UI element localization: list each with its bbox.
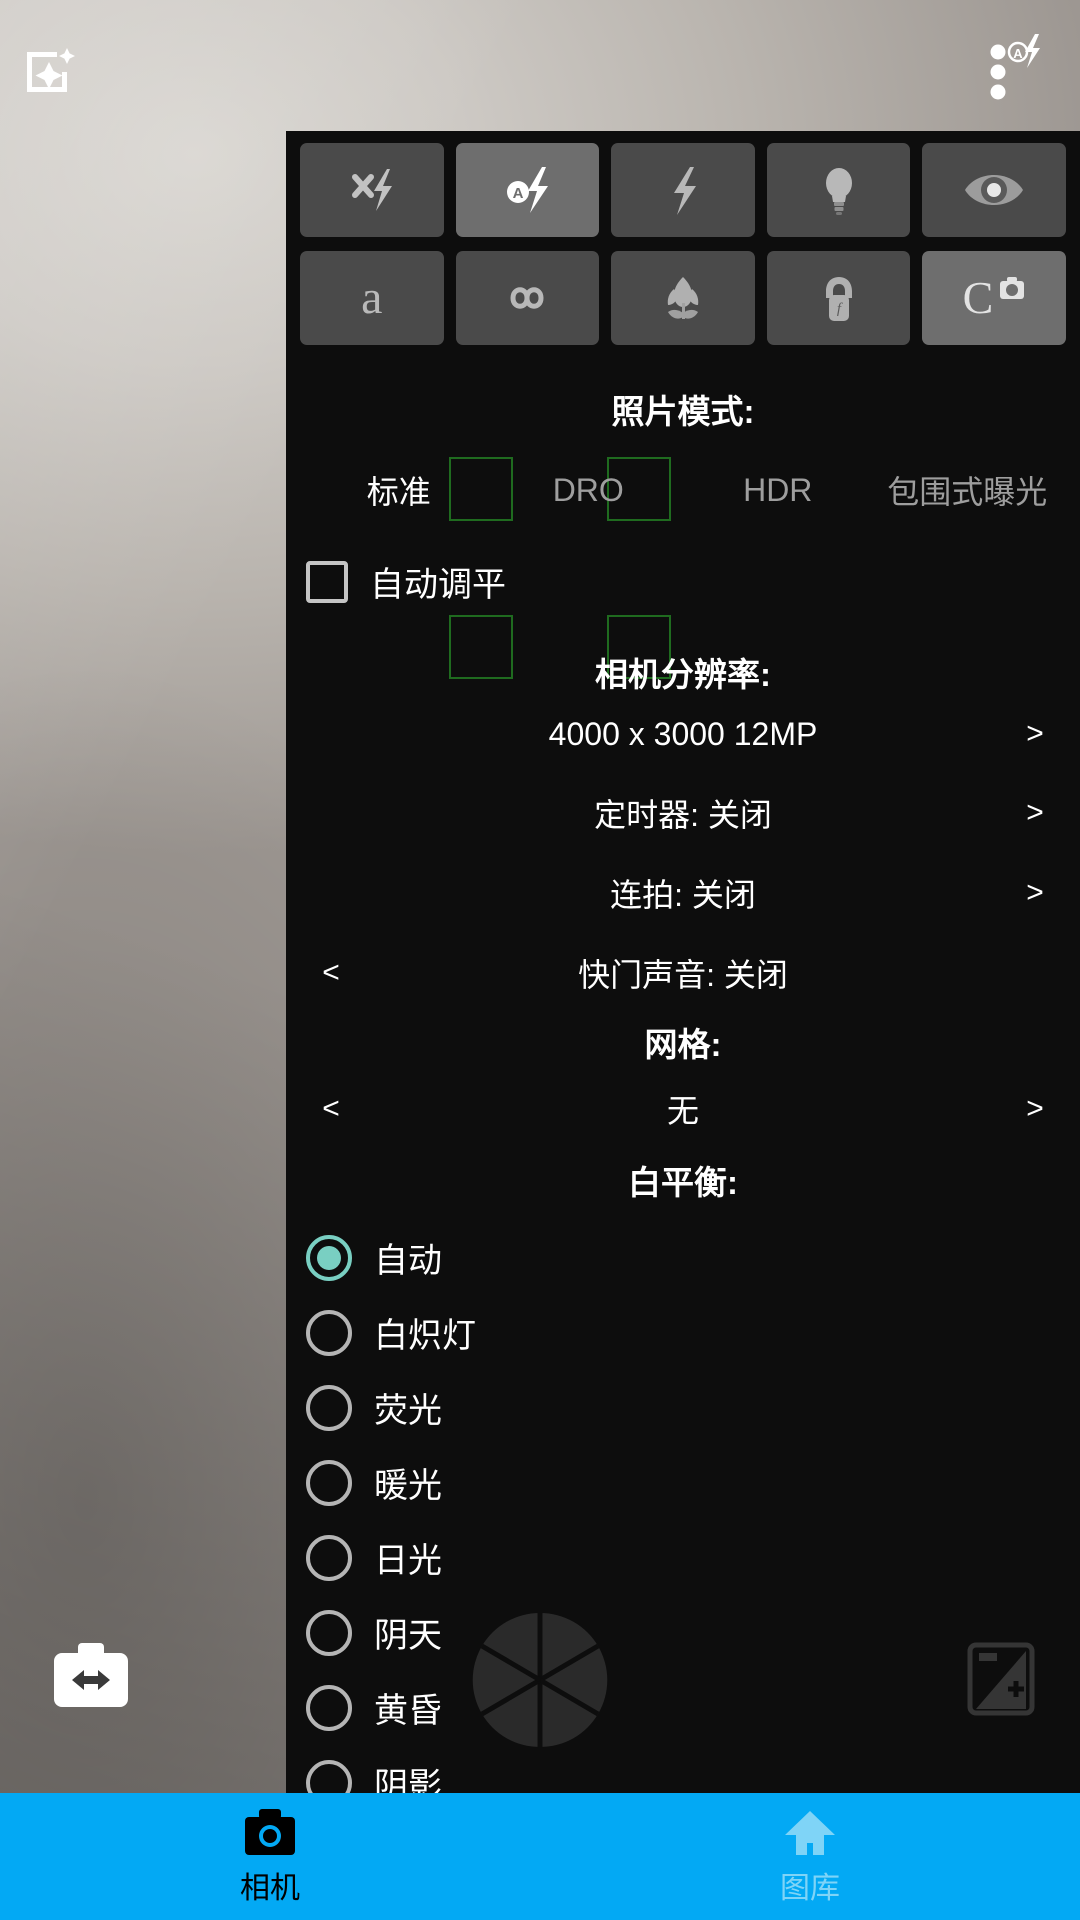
wb-option-auto[interactable]: 自动: [306, 1220, 1080, 1295]
photo-mode-tab-hdr[interactable]: HDR: [683, 472, 873, 509]
burst-next-arrow[interactable]: >: [1012, 876, 1058, 910]
photo-effects-glyph: [27, 48, 75, 92]
flash-on-icon: [673, 167, 696, 215]
wb-radio-shade[interactable]: [306, 1759, 352, 1797]
resolution-row[interactable]: < 4000 x 3000 12MP >: [286, 714, 1080, 754]
red-eye-reduction-tile[interactable]: [922, 143, 1066, 237]
auto-level-checkbox-row[interactable]: 自动调平: [286, 557, 1080, 606]
wb-label-cloudy: 阴天: [374, 1617, 442, 1655]
torch-tile[interactable]: [766, 143, 911, 237]
light-bulb-icon: [825, 168, 852, 215]
grid-prev-arrow[interactable]: <: [308, 1092, 354, 1126]
wb-radio-twilight[interactable]: [306, 1684, 352, 1731]
tulip-macro-icon: [667, 277, 699, 319]
camera-app-screen: A A a f C 照片模式: 标准 DRO HDR 包围式曝光 自动调平 相机…: [0, 0, 1080, 1920]
auto-level-label: 自动调平: [370, 566, 506, 604]
focus-auto-label: a: [361, 271, 383, 324]
burst-row[interactable]: < 连拍: 关闭 >: [286, 870, 1080, 916]
wb-radio-warm[interactable]: [306, 1459, 352, 1506]
exposure-compensation-icon: [967, 1642, 1035, 1716]
bottom-navigation-bar: 相机 图库: [0, 1793, 1080, 1920]
flash-off-icon: [351, 169, 392, 211]
shutter-sound-value: 快门声音: 关闭: [578, 957, 788, 993]
settings-scroll-area[interactable]: A a f C 照片模式: 标准 DRO HDR 包围式曝光 自动调平 相机分辨…: [286, 131, 1080, 1797]
nav-item-gallery[interactable]: 图库: [540, 1793, 1080, 1920]
wb-option-twilight[interactable]: 黄昏: [306, 1670, 1080, 1745]
focus-continuous-tile[interactable]: C: [922, 251, 1066, 345]
wb-radio-auto[interactable]: [306, 1234, 352, 1281]
flash-on-tile[interactable]: [611, 143, 755, 237]
timer-value: 定时器: 关闭: [594, 797, 772, 833]
continuous-camera-icon: C: [963, 272, 1025, 323]
exposure-compensation-button[interactable]: [966, 1641, 1036, 1722]
shutter-sound-prev-arrow[interactable]: <: [308, 956, 354, 990]
wb-label-incandescent: 白炽灯: [374, 1317, 476, 1355]
wb-label-twilight: 黄昏: [374, 1692, 442, 1730]
svg-text:A: A: [1013, 46, 1023, 61]
grid-title: 网格:: [644, 1026, 722, 1063]
more-options-flash-auto-icon[interactable]: A: [980, 32, 1052, 104]
white-balance-title: 白平衡:: [628, 1164, 738, 1201]
wb-label-daylight: 日光: [374, 1542, 442, 1580]
svg-text:A: A: [513, 185, 524, 202]
grid-value: 无: [666, 1093, 699, 1129]
camera-icon: [245, 1808, 295, 1855]
shutter-aperture-icon: [472, 1612, 608, 1748]
auto-level-checkbox[interactable]: [306, 560, 348, 603]
switch-camera-icon: [54, 1643, 128, 1707]
resolution-value: 4000 x 3000 12MP: [548, 715, 818, 752]
wb-radio-daylight[interactable]: [306, 1534, 352, 1581]
wb-label-shade: 阴影: [374, 1767, 442, 1797]
photo-mode-tabs: 标准 DRO HDR 包围式曝光: [286, 467, 1080, 513]
photo-mode-tab-dro[interactable]: DRO: [494, 472, 684, 509]
infinity-icon: [510, 287, 544, 309]
focus-auto-tile[interactable]: a: [300, 251, 444, 345]
grid-next-arrow[interactable]: >: [1012, 1092, 1058, 1126]
wb-label-warm: 暖光: [374, 1467, 442, 1505]
wb-option-cloudy[interactable]: 阴天: [306, 1595, 1080, 1670]
eye-icon: [965, 175, 1024, 205]
lock-icon: f: [825, 277, 852, 321]
focus-locked-tile[interactable]: f: [766, 251, 911, 345]
nav-item-camera[interactable]: 相机: [0, 1793, 540, 1920]
focus-macro-tile[interactable]: [611, 251, 755, 345]
svg-text:C: C: [963, 272, 994, 323]
focus-infinity-tile[interactable]: [455, 251, 600, 345]
flash-off-tile[interactable]: [300, 143, 444, 237]
photo-mode-tab-standard[interactable]: 标准: [304, 467, 494, 513]
resolution-next-arrow[interactable]: >: [1012, 717, 1058, 751]
flash-auto-icon: A: [507, 167, 549, 213]
wb-label-fluorescent: 荧光: [374, 1392, 442, 1430]
resolution-title: 相机分辨率:: [595, 656, 771, 693]
wb-option-shade[interactable]: 阴影: [306, 1745, 1080, 1797]
switch-camera-button[interactable]: [52, 1641, 130, 1714]
wb-radio-fluorescent[interactable]: [306, 1384, 352, 1431]
more-options-glyph: A: [990, 34, 1040, 100]
wb-radio-incandescent[interactable]: [306, 1309, 352, 1356]
photo-mode-title: 照片模式:: [611, 393, 755, 430]
white-balance-options: 自动 白炽灯 荧光 暖光 日光 阴天 黄昏 阴影: [286, 1220, 1080, 1797]
nav-label-camera: 相机: [240, 1871, 300, 1905]
wb-option-warm[interactable]: 暖光: [306, 1445, 1080, 1520]
shutter-sound-row[interactable]: < 快门声音: 关闭 >: [286, 950, 1080, 996]
grid-row[interactable]: < 无 >: [286, 1086, 1080, 1132]
wb-radio-cloudy[interactable]: [306, 1609, 352, 1656]
wb-option-daylight[interactable]: 日光: [306, 1520, 1080, 1595]
timer-row[interactable]: < 定时器: 关闭 >: [286, 790, 1080, 836]
flash-auto-tile[interactable]: A: [455, 143, 600, 237]
timer-next-arrow[interactable]: >: [1012, 796, 1058, 830]
photo-effects-icon[interactable]: [22, 42, 82, 102]
camera-mode-tile-grid: A a f C: [286, 131, 1080, 345]
camera-settings-panel: A a f C 照片模式: 标准 DRO HDR 包围式曝光 自动调平 相机分辨…: [286, 131, 1080, 1797]
shutter-button[interactable]: [465, 1605, 615, 1760]
wb-option-incandescent[interactable]: 白炽灯: [306, 1295, 1080, 1370]
photo-mode-tab-bracketing[interactable]: 包围式曝光: [873, 467, 1063, 513]
wb-label-auto: 自动: [374, 1242, 442, 1280]
wb-option-fluorescent[interactable]: 荧光: [306, 1370, 1080, 1445]
home-gallery-icon: [785, 1810, 835, 1855]
nav-label-gallery: 图库: [780, 1871, 840, 1905]
burst-value: 连拍: 关闭: [610, 877, 756, 913]
